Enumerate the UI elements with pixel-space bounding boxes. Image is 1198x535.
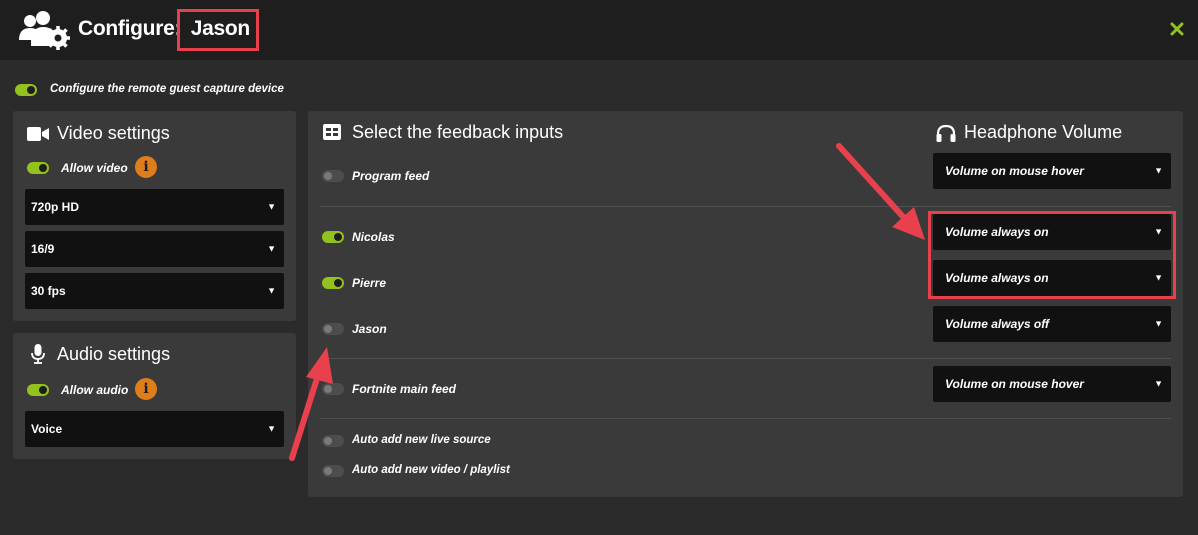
annotation-arrows: [289, 143, 925, 461]
arrow-up-icon: [306, 347, 333, 384]
